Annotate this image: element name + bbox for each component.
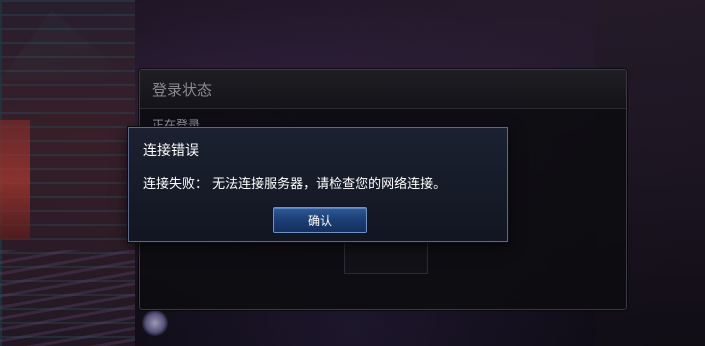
- login-status-panel-title: 登录状态: [152, 80, 213, 99]
- game-client-window: 登录状态 正在登录…… 连接错误 连接失败： 无法连接服务器，请检查您的网络连接…: [0, 0, 705, 346]
- connection-error-dialog: 连接错误 连接失败： 无法连接服务器，请检查您的网络连接。 确认: [128, 127, 508, 242]
- error-dialog-message: 连接失败： 无法连接服务器，请检查您的网络连接。: [143, 177, 447, 192]
- confirm-button[interactable]: 确认: [273, 207, 367, 233]
- background-tower-window-glow: [0, 120, 30, 240]
- login-status-panel-header: 登录状态: [140, 70, 626, 109]
- background-stairs: [0, 250, 135, 346]
- error-dialog-title: 连接错误: [143, 143, 199, 159]
- background-glowing-orb: [142, 310, 168, 336]
